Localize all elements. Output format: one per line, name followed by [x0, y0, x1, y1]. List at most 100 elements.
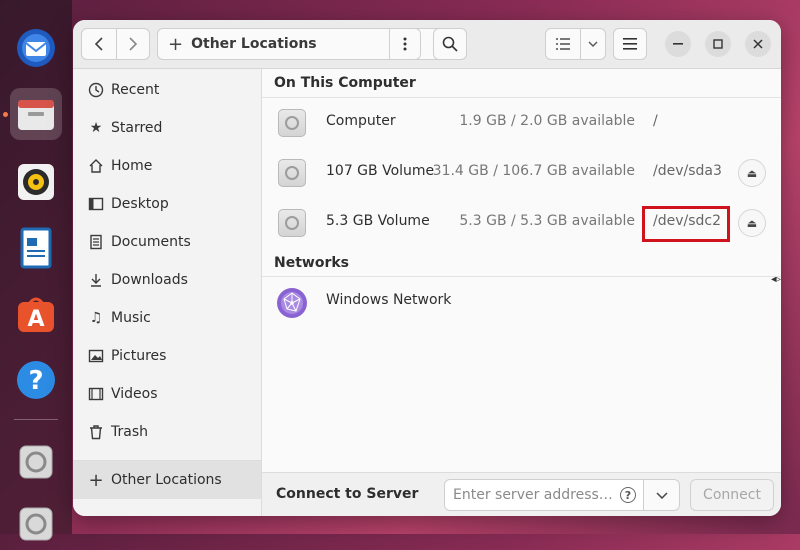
hamburger-menu-icon	[623, 38, 637, 50]
network-globe-icon	[277, 288, 307, 318]
dock-separator	[14, 419, 58, 420]
main-menu-button[interactable]	[613, 28, 647, 60]
help-icon[interactable]: ?	[620, 487, 636, 503]
chevron-right-icon	[129, 37, 138, 51]
sidebar-item-other-locations[interactable]: + Other Locations	[73, 461, 261, 499]
recent-servers-dropdown[interactable]	[644, 479, 680, 511]
drive-icon	[278, 159, 306, 187]
mounted-drive-launcher-2[interactable]	[10, 498, 62, 550]
eject-icon: ⏏	[746, 216, 758, 230]
location-label: Other Locations	[191, 36, 317, 52]
sidebar-item-label: Recent	[111, 82, 160, 98]
device-name: 107 GB Volume	[326, 163, 435, 179]
places-view: On This Computer Computer 1.9 GB / 2.0 G…	[262, 69, 781, 472]
view-options-button[interactable]	[580, 28, 606, 60]
picture-icon	[87, 347, 105, 365]
device-row-107gb[interactable]: 107 GB Volume 31.4 GB / 106.7 GB availab…	[262, 148, 781, 198]
device-row-computer[interactable]: Computer 1.9 GB / 2.0 GB available /	[262, 98, 781, 148]
drive-icon	[19, 507, 53, 541]
sidebar-item-label: Desktop	[111, 196, 169, 212]
plus-icon: +	[168, 33, 184, 55]
sidebar-item-label: Videos	[111, 386, 158, 402]
resize-cursor-icon: ◂▹	[771, 274, 782, 285]
device-space: 1.9 GB / 2.0 GB available	[459, 113, 635, 129]
list-view-button[interactable]	[545, 28, 581, 60]
sidebar-item-pictures[interactable]: Pictures	[73, 337, 261, 375]
chevron-left-icon	[94, 37, 103, 51]
device-space: 31.4 GB / 106.7 GB available	[432, 163, 635, 179]
close-button[interactable]	[745, 31, 771, 57]
sidebar-item-label: Home	[111, 158, 153, 174]
sidebar-item-label: Trash	[111, 424, 148, 440]
close-icon	[753, 39, 763, 49]
dock: A ?	[0, 0, 72, 541]
forward-button[interactable]	[116, 28, 150, 60]
shopping-bag-icon: A	[18, 297, 54, 332]
star-icon: ★	[89, 120, 103, 136]
server-address-input[interactable]	[444, 479, 644, 511]
maximize-button[interactable]	[705, 31, 731, 57]
sidebar-item-label: Other Locations	[111, 472, 222, 488]
eject-button[interactable]: ⏏	[738, 209, 766, 237]
sidebar-item-starred[interactable]: ★ Starred	[73, 109, 261, 147]
device-path: /	[653, 113, 658, 129]
download-icon	[87, 271, 105, 289]
mounted-drive-launcher[interactable]	[10, 436, 62, 488]
running-indicator	[3, 112, 8, 117]
speaker-icon	[18, 164, 54, 200]
sidebar-item-documents[interactable]: Documents	[73, 223, 261, 261]
svg-text:?: ?	[28, 366, 43, 396]
connect-button[interactable]: Connect	[690, 479, 774, 511]
drive-icon	[278, 109, 306, 137]
document-icon	[87, 233, 105, 251]
sidebar-item-music[interactable]: ♫ Music	[73, 299, 261, 337]
connect-server-bar: Connect to Server ? Connect	[262, 472, 781, 516]
device-path: /dev/sda3	[653, 163, 722, 179]
drive-icon	[19, 445, 53, 479]
writer-document-icon	[20, 227, 52, 269]
files-window: + Other Locations Recent ★ Starred Home …	[73, 20, 781, 516]
eject-button[interactable]: ⏏	[738, 159, 766, 187]
files-launcher[interactable]	[10, 88, 62, 140]
clock-icon	[87, 81, 105, 99]
minimize-button[interactable]	[665, 31, 691, 57]
sidebar-item-downloads[interactable]: Downloads	[73, 261, 261, 299]
thunderbird-launcher[interactable]	[10, 22, 62, 74]
sidebar-item-recent[interactable]: Recent	[73, 71, 261, 109]
minimize-icon	[673, 43, 683, 45]
location-menu-button[interactable]	[389, 28, 421, 60]
chevron-down-icon	[588, 41, 598, 47]
list-view-icon	[556, 38, 570, 50]
desktop-icon	[87, 195, 105, 213]
help-icon: ?	[17, 361, 55, 399]
svg-text:A: A	[27, 307, 44, 332]
sidebar-item-label: Starred	[111, 120, 163, 136]
kebab-menu-icon	[403, 37, 407, 51]
header-bar: + Other Locations	[73, 20, 781, 69]
sidebar-item-desktop[interactable]: Desktop	[73, 185, 261, 223]
rhythmbox-launcher[interactable]	[10, 156, 62, 208]
search-button[interactable]	[433, 28, 467, 60]
section-title-networks: Networks	[274, 255, 350, 271]
sidebar: Recent ★ Starred Home Desktop Documents …	[73, 69, 262, 516]
search-icon	[442, 36, 458, 52]
sidebar-item-videos[interactable]: Videos	[73, 375, 261, 413]
connect-server-label: Connect to Server	[276, 486, 419, 502]
drive-icon	[278, 209, 306, 237]
network-row-windows[interactable]: Windows Network	[262, 277, 781, 327]
back-button[interactable]	[81, 28, 117, 60]
sidebar-item-home[interactable]: Home	[73, 147, 261, 185]
sidebar-item-label: Pictures	[111, 348, 167, 364]
sidebar-item-label: Music	[111, 310, 151, 326]
eject-icon: ⏏	[746, 166, 758, 180]
help-launcher[interactable]: ?	[10, 354, 62, 406]
software-launcher[interactable]: A	[10, 288, 62, 340]
highlight-box	[642, 206, 730, 242]
sidebar-item-label: Documents	[111, 234, 191, 250]
writer-launcher[interactable]	[10, 222, 62, 274]
sidebar-item-trash[interactable]: Trash	[73, 413, 261, 451]
sidebar-item-label: Downloads	[111, 272, 188, 288]
network-name: Windows Network	[326, 292, 452, 308]
video-icon	[87, 385, 105, 403]
maximize-icon	[713, 39, 723, 49]
